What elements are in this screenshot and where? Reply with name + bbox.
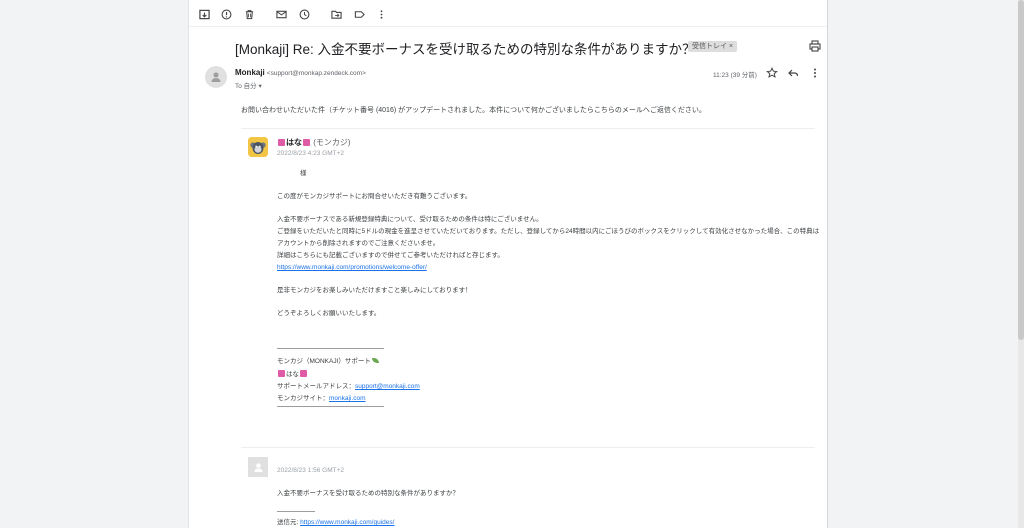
email-view: [Monkaji] Re: 入金不要ボーナスを受け取るための特別な条件があります… [188, 0, 828, 528]
agent-avatar [248, 137, 268, 157]
welcome-offer-link[interactable]: https://www.monkaji.com/promotions/welco… [277, 263, 427, 272]
sender-avatar[interactable] [205, 66, 227, 88]
reply-date: 2022/8/23 4:23 GMT+2 [277, 150, 345, 157]
original-sender-avatar [248, 457, 268, 477]
inbox-label-chip[interactable]: 受信トレイ × [688, 41, 738, 52]
more-options-icon[interactable] [809, 67, 821, 79]
original-date: 2022/8/23 1:56 GMT+2 [277, 467, 345, 474]
body-line: 入金不要ボーナスである新規登録特典について、受け取るための条件は特にございません… [277, 216, 543, 223]
person-icon [211, 72, 221, 82]
body-line: アカウントから削除されますのでご注意くださいませ。 [277, 240, 440, 247]
subject-row: [Monkaji] Re: 入金不要ボーナスを受け取るための特別な条件があります… [235, 38, 825, 58]
snooze-icon[interactable] [297, 7, 311, 21]
recipients-toggle[interactable]: To 自分 ▾ [235, 80, 262, 90]
site-link[interactable]: monkaji.com [329, 395, 365, 402]
guides-link[interactable]: https://www.monkaji.com/guides/ [300, 519, 394, 526]
email-toolbar [189, 0, 827, 27]
bag-emoji-icon [303, 139, 310, 146]
body-paragraph-1: この度がモンカジサポートにお問合せいただき有難うございます。 [277, 193, 472, 200]
divider [241, 128, 815, 129]
body-paragraph-3: 是非モンカジをお楽しみいただけますこと楽しみにしております！ [277, 287, 472, 294]
person-icon [253, 462, 263, 472]
signature-team: モンカジ（MONKAJI）サポート [277, 355, 379, 365]
star-icon[interactable] [766, 67, 778, 79]
delete-icon[interactable] [242, 7, 256, 21]
divider [241, 447, 815, 448]
scrollbar[interactable] [1018, 0, 1024, 528]
scrollbar-thumb[interactable] [1018, 0, 1024, 340]
support-mail-link[interactable]: support@monkaji.com [355, 383, 420, 390]
original-divider [277, 511, 315, 512]
original-question: 入金不要ボーナスを受け取るための特別な条件がありますか？ [277, 490, 459, 497]
bag-emoji-icon [278, 139, 285, 146]
original-source: 送信元: https://www.monkaji.com/guides/ [277, 519, 395, 526]
right-gutter [829, 0, 1024, 528]
message-time: 11:23 (39 分前) [713, 72, 757, 79]
mark-unread-icon[interactable] [274, 7, 288, 21]
label-icon[interactable] [352, 7, 366, 21]
email-subject: [Monkaji] Re: 入金不要ボーナスを受け取るための特別な条件があります… [235, 42, 696, 57]
bag-emoji-icon [300, 370, 307, 377]
print-icon[interactable] [809, 40, 821, 52]
sender-email: <support@monkap.zendeck.com> [266, 70, 366, 77]
archive-icon[interactable] [197, 7, 211, 21]
more-icon[interactable] [374, 7, 388, 21]
intro-text: お問い合わせいただいた件（チケット番号 (4016) がアップデートされました。… [241, 107, 706, 114]
signature-site: モンカジサイト：monkaji.com [277, 395, 366, 402]
signature-divider [277, 348, 384, 349]
report-spam-icon[interactable] [219, 7, 233, 21]
salutation: 様 [300, 170, 307, 177]
bag-emoji-icon [278, 370, 285, 377]
body-paragraph-4: どうぞよろしくお願いいたします。 [277, 310, 381, 317]
agent-name: はな (モンカジ) [277, 137, 351, 148]
signature-divider [277, 406, 384, 407]
sender-line: Monkaji <support@monkap.zendeck.com> [235, 68, 366, 77]
body-line: ご登録をいただいたと同時に5ドルの現金を進呈させていただいております。ただし、登… [277, 228, 820, 235]
leaf-emoji-icon [371, 358, 379, 363]
signature-name: はな [277, 368, 308, 378]
reply-icon[interactable] [787, 67, 799, 79]
signature-mail: サポートメールアドレス：support@monkaji.com [277, 383, 420, 390]
body-line: 詳細はこちらにも記載ございますので併せてご参考いただければと存じます。 [277, 252, 504, 259]
sender-name[interactable]: Monkaji [235, 68, 265, 77]
move-to-icon[interactable] [329, 7, 343, 21]
monkey-avatar-icon [248, 137, 268, 157]
